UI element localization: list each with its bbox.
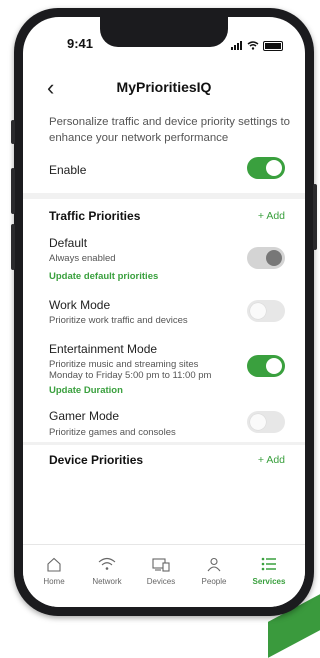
update-default-priorities-link[interactable]: Update default priorities (49, 271, 158, 282)
power-button (313, 184, 317, 250)
services-icon (244, 555, 294, 573)
mode-gamer-name: Gamer Mode (49, 409, 120, 423)
tab-services[interactable]: Services (244, 555, 294, 586)
device-priorities-title: Device Priorities (49, 453, 144, 467)
volume-up-button (11, 168, 15, 214)
app-screen: 9:41 ‹ MyPrioritiesIQ Personalize traffi… (23, 17, 305, 607)
page-title: MyPrioritiesIQ (116, 79, 212, 95)
default-mode-toggle (247, 247, 285, 269)
status-time: 9:41 (67, 36, 94, 51)
signal-icon (231, 41, 243, 50)
page-description: Personalize traffic and device priority … (49, 116, 291, 144)
toggle-knob (250, 303, 266, 319)
tab-label: Devices (146, 577, 176, 586)
tab-people[interactable]: People (189, 555, 239, 586)
mode-default-name: Default (49, 236, 88, 250)
tab-label: People (201, 577, 227, 586)
tab-home[interactable]: Home (29, 555, 79, 586)
people-icon (189, 555, 239, 573)
gamer-mode-toggle[interactable] (247, 411, 285, 433)
home-icon (29, 555, 79, 573)
entertainment-mode-toggle[interactable] (247, 355, 285, 377)
work-mode-toggle[interactable] (247, 300, 285, 322)
mode-work-subtitle: Prioritize work traffic and devices (49, 315, 188, 326)
mode-default-subtitle: Always enabled (49, 253, 116, 264)
status-bar: 9:41 (23, 36, 305, 54)
devices-icon (136, 555, 186, 573)
traffic-add-button[interactable]: + Add (258, 210, 285, 222)
tab-network[interactable]: Network (82, 555, 132, 586)
enable-toggle[interactable] (247, 157, 285, 179)
status-icons (231, 38, 283, 53)
tab-devices[interactable]: Devices (136, 555, 186, 586)
tab-label: Services (252, 577, 286, 586)
tab-label: Home (43, 577, 65, 586)
mute-switch (11, 120, 15, 144)
enable-label: Enable (49, 163, 87, 177)
header: ‹ MyPrioritiesIQ (23, 75, 305, 101)
mode-entertainment-subtitle: Prioritize music and streaming sites (49, 359, 199, 370)
section-divider (23, 193, 305, 199)
toggle-knob (266, 160, 282, 176)
update-duration-link[interactable]: Update Duration (49, 385, 123, 396)
mode-work-name: Work Mode (49, 298, 111, 312)
bottom-tab-bar: Home Network Devices People Services (23, 544, 305, 607)
volume-down-button (11, 224, 15, 270)
section-divider (23, 442, 305, 445)
wifi-status-icon (247, 38, 259, 53)
traffic-priorities-title: Traffic Priorities (49, 209, 141, 223)
toggle-knob (266, 250, 282, 266)
phone-frame: 9:41 ‹ MyPrioritiesIQ Personalize traffi… (11, 8, 317, 616)
battery-icon (263, 40, 283, 51)
mode-entertainment-name: Entertainment Mode (49, 342, 158, 356)
toggle-knob (250, 414, 266, 430)
mode-gamer-subtitle: Prioritize games and consoles (49, 427, 176, 438)
device-add-button[interactable]: + Add (258, 454, 285, 466)
mode-entertainment-schedule: Monday to Friday 5:00 pm to 11:00 pm (49, 370, 212, 381)
toggle-knob (266, 358, 282, 374)
tab-label: Network (92, 577, 122, 586)
wifi-icon (82, 555, 132, 573)
